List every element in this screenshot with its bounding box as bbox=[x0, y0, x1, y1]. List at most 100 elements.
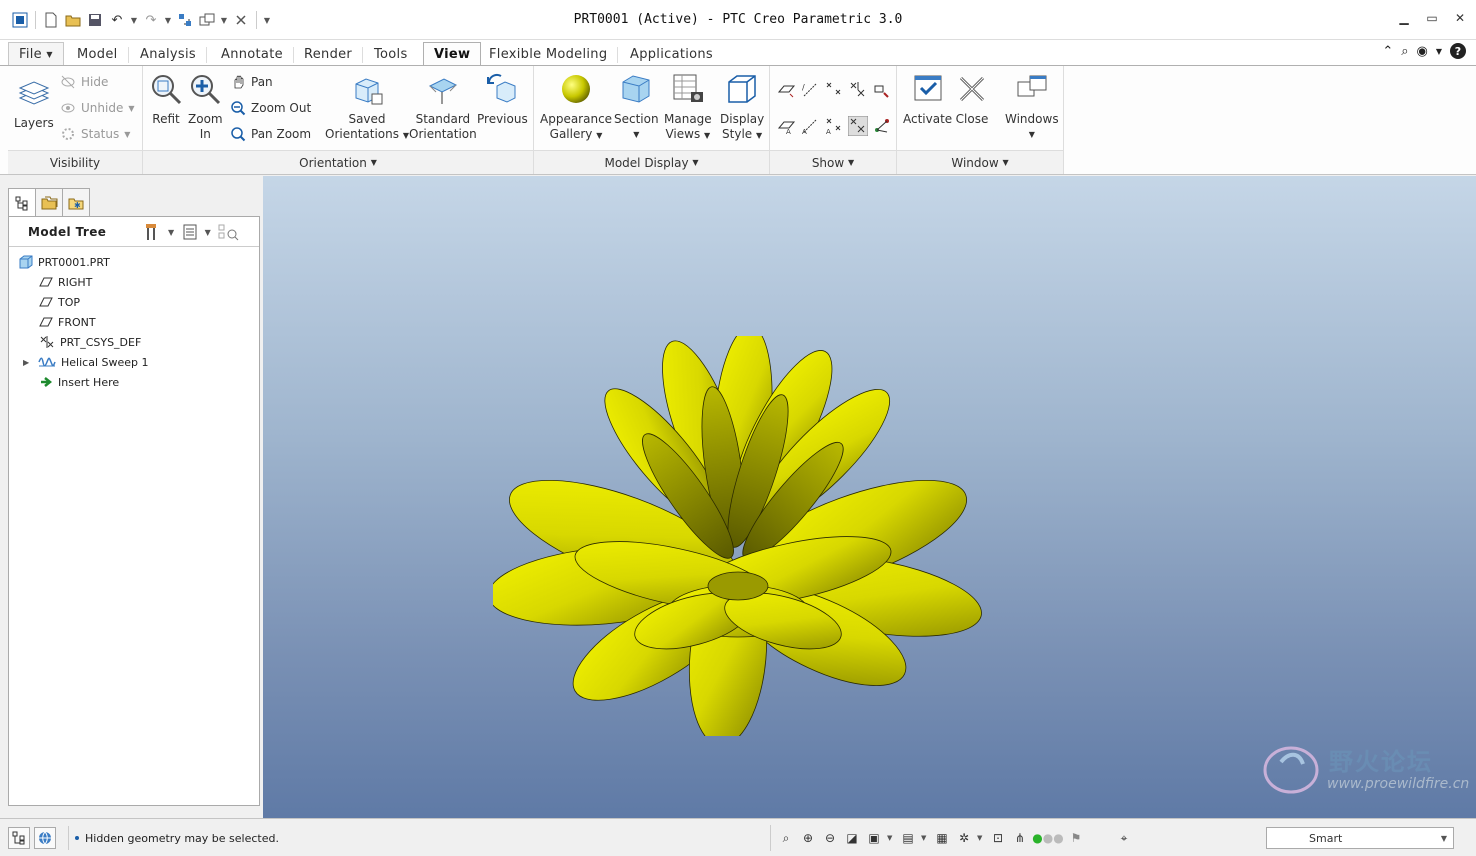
selection-filter-select[interactable]: Smart ▼ bbox=[1266, 827, 1454, 849]
tab-model[interactable]: Model bbox=[66, 42, 129, 66]
find-binoculars-icon[interactable]: ⌖ bbox=[1115, 829, 1133, 847]
spin-center-icon[interactable]: ⊡ bbox=[989, 829, 1007, 847]
help-icon[interactable]: ? bbox=[1450, 43, 1466, 59]
close-window-button[interactable]: Close bbox=[955, 72, 989, 127]
zoom-out-button[interactable]: Zoom Out bbox=[230, 99, 311, 117]
tree-item-insert-here[interactable]: Insert Here bbox=[39, 373, 119, 391]
annotation-display-icon[interactable] bbox=[872, 116, 892, 136]
folder-browser-tab[interactable] bbox=[35, 188, 63, 216]
tree-item-csys[interactable]: PRT_CSYS_DEF bbox=[39, 333, 141, 351]
hide-button[interactable]: Hide bbox=[60, 73, 108, 91]
group-label-orientation[interactable]: Orientation ▼ bbox=[143, 150, 533, 174]
community-icon[interactable]: ◉ bbox=[1417, 44, 1428, 59]
chevron-down-icon[interactable]: ▼ bbox=[887, 834, 895, 842]
settings-tools-icon[interactable] bbox=[144, 222, 162, 242]
group-label-model-display[interactable]: Model Display ▼ bbox=[534, 150, 769, 174]
tab-render[interactable]: Render bbox=[293, 42, 364, 66]
toggle-navigator-icon[interactable] bbox=[8, 827, 30, 849]
tab-label: Model bbox=[77, 46, 118, 62]
tree-item-part[interactable]: PRT0001.PRT bbox=[19, 253, 110, 271]
pan-button[interactable]: Pan bbox=[230, 73, 273, 91]
collapse-ribbon-icon[interactable]: ⌃ bbox=[1382, 44, 1393, 59]
flag-icon[interactable]: ⚑ bbox=[1067, 829, 1085, 847]
saved-orientations-icon[interactable]: ▣ bbox=[865, 829, 883, 847]
browser-icon[interactable] bbox=[34, 827, 56, 849]
repaint-icon[interactable]: ◪ bbox=[843, 829, 861, 847]
tree-item-right[interactable]: RIGHT bbox=[39, 273, 92, 291]
close-icon[interactable]: ✕ bbox=[1452, 10, 1468, 26]
display-style-label: Display bbox=[720, 112, 765, 126]
refit-icon[interactable]: ⌕ bbox=[777, 829, 795, 847]
chevron-down-icon[interactable]: ▼ bbox=[977, 834, 985, 842]
model-tree-icon bbox=[15, 196, 28, 211]
plane-display-icon[interactable] bbox=[776, 80, 796, 100]
axis-display-icon[interactable]: / bbox=[800, 80, 820, 100]
group-label-show[interactable]: Show ▼ bbox=[770, 150, 896, 174]
maximize-icon[interactable]: ▭ bbox=[1424, 10, 1440, 26]
favorites-tab[interactable]: ✱ bbox=[62, 188, 90, 216]
datum-plane-icon bbox=[39, 297, 53, 307]
tab-applications[interactable]: Applications bbox=[619, 42, 724, 66]
orientation-group-text: Orientation bbox=[299, 155, 367, 170]
helical-sweep-flower-model[interactable] bbox=[493, 336, 983, 736]
show-list-icon[interactable] bbox=[181, 222, 199, 242]
model-tree-tab[interactable] bbox=[8, 188, 36, 217]
tab-annotate[interactable]: Annotate bbox=[210, 42, 294, 66]
appearance-gallery-button[interactable]: Appearance Gallery ▼ bbox=[540, 72, 612, 143]
section-icon bbox=[622, 75, 650, 103]
unhide-button[interactable]: Unhide ▼ bbox=[60, 99, 134, 117]
navigator-tabs: ✱ bbox=[8, 188, 90, 217]
tab-view[interactable]: View bbox=[423, 42, 482, 66]
insert-arrow-icon bbox=[41, 377, 53, 387]
group-label-window[interactable]: Window ▼ bbox=[897, 150, 1063, 174]
previous-button[interactable]: Previous bbox=[477, 72, 528, 127]
view-manager-icon[interactable]: ▤ bbox=[899, 829, 917, 847]
chevron-down-icon[interactable]: ▼ bbox=[1437, 830, 1451, 846]
zoom-in-icon[interactable]: ⊕ bbox=[799, 829, 817, 847]
spin-center-icon[interactable] bbox=[872, 80, 892, 100]
saved-orientations-button[interactable]: Saved Orientations ▼ bbox=[325, 72, 409, 143]
window-controls: ▁ ▭ ✕ bbox=[1396, 10, 1468, 26]
annotation-display-icon[interactable]: ⋔ bbox=[1011, 829, 1029, 847]
csys-tag-display-icon[interactable] bbox=[848, 116, 868, 136]
help-dropdown-icon[interactable]: ▼ bbox=[1436, 47, 1442, 56]
section-button[interactable]: Section ▼ bbox=[614, 72, 659, 142]
axis-tag-display-icon[interactable]: A bbox=[800, 116, 820, 136]
settings-dropdown-icon[interactable]: ▼ bbox=[168, 228, 175, 237]
standard-orientation-button[interactable]: Standard Orientation bbox=[409, 72, 477, 142]
zoom-out-icon[interactable]: ⊖ bbox=[821, 829, 839, 847]
display-style-icon[interactable]: ▦ bbox=[933, 829, 951, 847]
section-label: Section bbox=[614, 112, 659, 126]
tab-analysis[interactable]: Analysis bbox=[129, 42, 207, 66]
manage-views-button[interactable]: Manage Views ▼ bbox=[664, 72, 712, 143]
display-style-button[interactable]: Display Style ▼ bbox=[720, 72, 764, 143]
windows-button[interactable]: Windows ▼ bbox=[1005, 72, 1059, 142]
tab-flexible-modeling[interactable]: Flexible Modeling bbox=[478, 42, 619, 66]
point-display-icon[interactable] bbox=[824, 80, 844, 100]
status-button[interactable]: Status ▼ bbox=[60, 125, 130, 143]
chevron-down-icon: ▼ bbox=[46, 49, 53, 59]
csys-display-icon[interactable] bbox=[848, 80, 868, 100]
tab-tools[interactable]: Tools bbox=[363, 42, 419, 66]
zoom-in-icon bbox=[191, 75, 221, 105]
activate-button[interactable]: Activate bbox=[903, 72, 952, 127]
chevron-down-icon[interactable]: ▼ bbox=[921, 834, 929, 842]
pan-zoom-button[interactable]: Pan Zoom bbox=[230, 125, 311, 143]
activate-label: Activate bbox=[903, 112, 953, 126]
expand-arrow-icon[interactable]: ▶ bbox=[23, 358, 33, 367]
layers-button[interactable]: Layers bbox=[14, 76, 54, 131]
show-dropdown-icon[interactable]: ▼ bbox=[205, 228, 212, 237]
refit-button[interactable]: Refit bbox=[149, 72, 183, 127]
tree-item-helical-sweep[interactable]: ▶ Helical Sweep 1 bbox=[23, 353, 148, 371]
plane-tag-display-icon[interactable]: A bbox=[776, 116, 796, 136]
tab-file[interactable]: File ▼ bbox=[8, 42, 64, 66]
minimize-icon[interactable]: ▁ bbox=[1396, 10, 1412, 26]
zoom-in-button[interactable]: Zoom In bbox=[188, 72, 223, 142]
tree-filter-icon[interactable] bbox=[217, 222, 239, 242]
graphics-viewport[interactable]: 野火论坛 www.proewildfire.cn bbox=[263, 176, 1476, 818]
point-tag-display-icon[interactable]: A bbox=[824, 116, 844, 136]
tree-item-front[interactable]: FRONT bbox=[39, 313, 96, 331]
datum-display-filters-icon[interactable]: ✲ bbox=[955, 829, 973, 847]
tree-item-top[interactable]: TOP bbox=[39, 293, 80, 311]
search-icon[interactable]: ⌕ bbox=[1401, 44, 1408, 59]
